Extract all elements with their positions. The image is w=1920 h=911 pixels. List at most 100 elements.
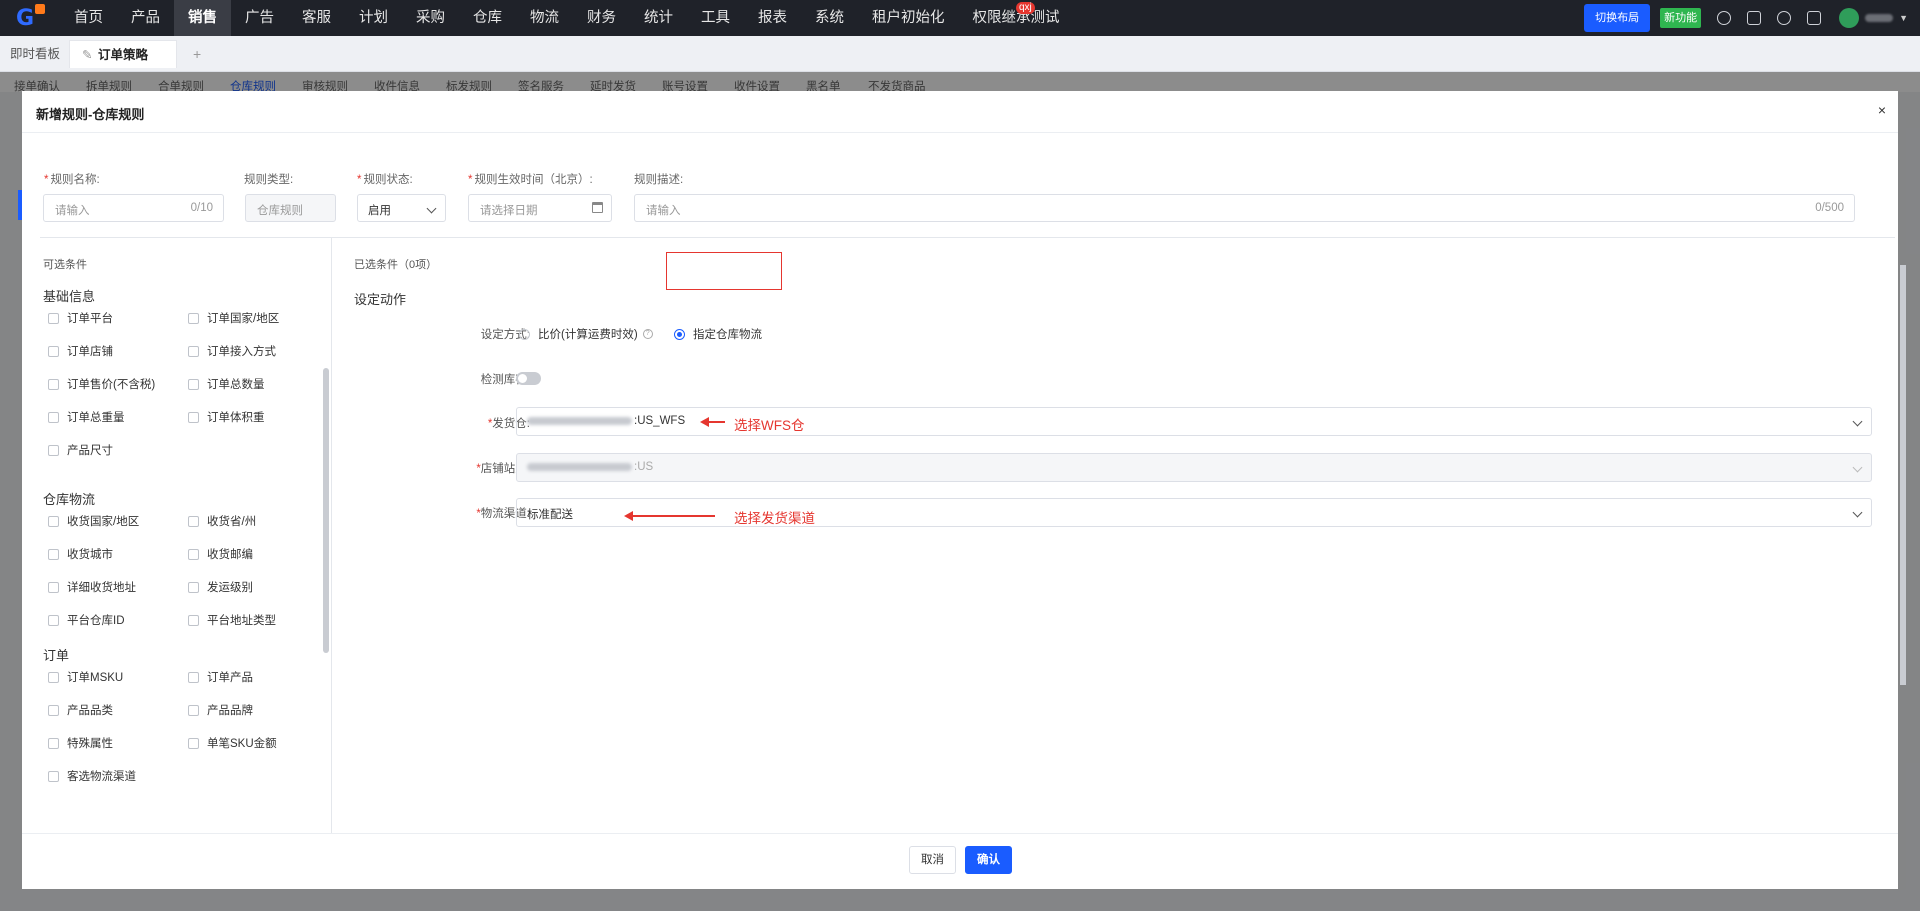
condition-label: 平台仓库ID (67, 615, 125, 627)
condition-checkbox[interactable]: 订单MSKU (48, 669, 123, 685)
checkbox-box[interactable] (48, 515, 59, 527)
checkbox-box[interactable] (48, 378, 59, 390)
condition-checkbox[interactable]: 订单平台 (48, 310, 113, 326)
app-logo[interactable]: G (0, 0, 60, 36)
nav-item[interactable]: 广告 (231, 0, 288, 36)
condition-checkbox[interactable]: 订单国家/地区 (188, 310, 279, 326)
nav-item[interactable]: 工具 (687, 0, 744, 36)
condition-checkbox[interactable]: 平台地址类型 (188, 612, 276, 628)
condition-checkbox[interactable]: 订单总数量 (188, 376, 265, 392)
condition-checkbox[interactable]: 订单产品 (188, 669, 253, 685)
condition-checkbox[interactable]: 订单售价(不含税) (48, 376, 155, 392)
nav-item[interactable]: 系统 (801, 0, 858, 36)
pin-icon[interactable]: ✎ (82, 41, 92, 69)
condition-group-title: 仓库物流 (43, 492, 96, 507)
tab-dashboard[interactable]: 即时看板 (10, 40, 60, 68)
nav-item[interactable]: 仓库 (459, 0, 516, 36)
effective-date-picker[interactable]: 请选择日期 (468, 194, 612, 222)
condition-checkbox[interactable]: 收货城市 (48, 546, 113, 562)
checkbox-box[interactable] (188, 411, 199, 423)
conditions-scrollbar[interactable] (323, 368, 329, 653)
annotation-wfs: 选择WFS仓 (734, 418, 805, 433)
help-icon[interactable]: ? (642, 329, 653, 339)
condition-checkbox[interactable]: 收货国家/地区 (48, 513, 139, 529)
condition-checkbox[interactable]: 收货邮编 (188, 546, 253, 562)
checkbox-box[interactable] (188, 671, 199, 683)
checkbox-box[interactable] (188, 737, 199, 749)
checkbox-box[interactable] (188, 704, 199, 716)
nav-item[interactable]: 首页 (60, 0, 117, 36)
checkbox-box[interactable] (188, 515, 199, 527)
dialog-title: 新增规则-仓库规则 (36, 107, 145, 122)
rule-desc-input[interactable]: 请输入 0/500 (634, 194, 1855, 222)
logistics-channel-label: *物流渠道: (476, 508, 530, 520)
selected-conditions-title: 已选条件（0项） (354, 259, 438, 271)
nav-item[interactable]: 计划 (345, 0, 402, 36)
checkbox-box[interactable] (188, 581, 199, 593)
nav-item[interactable]: 物流 (516, 0, 573, 36)
confirm-button[interactable]: 确认 (965, 846, 1012, 874)
condition-label: 订单产品 (207, 672, 253, 684)
checkbox-box[interactable] (188, 345, 199, 357)
nav-item[interactable]: 客服 (288, 0, 345, 36)
logistics-channel-select[interactable]: 标准配送 (516, 498, 1872, 527)
condition-checkbox[interactable]: 产品尺寸 (48, 442, 113, 458)
switch-layout-button[interactable]: 切换布局 (1584, 4, 1651, 32)
nav-item[interactable]: 报表 (744, 0, 801, 36)
condition-checkbox[interactable]: 订单总重量 (48, 409, 125, 425)
checkbox-box[interactable] (48, 581, 59, 593)
condition-checkbox[interactable]: 平台仓库ID (48, 612, 125, 628)
checkbox-box[interactable] (188, 378, 199, 390)
checkbox-box[interactable] (48, 411, 59, 423)
radio-specify-warehouse[interactable]: 指定仓库物流 (674, 326, 762, 342)
checkbox-box[interactable] (48, 704, 59, 716)
add-tab-button[interactable]: + (193, 40, 201, 68)
condition-checkbox[interactable]: 收货省/州 (188, 513, 256, 529)
checkbox-box[interactable] (188, 614, 199, 626)
checkbox-box[interactable] (188, 312, 199, 324)
checkbox-box[interactable] (48, 444, 59, 456)
checkbox-box[interactable] (48, 312, 59, 324)
bell-icon[interactable] (1777, 11, 1792, 25)
condition-checkbox[interactable]: 详细收货地址 (48, 579, 136, 595)
condition-checkbox[interactable]: 产品品类 (48, 702, 113, 718)
checkbox-box[interactable] (48, 671, 59, 683)
rule-name-input[interactable]: 请输入 0/10 (43, 194, 224, 222)
task-check-icon[interactable] (1747, 11, 1762, 25)
condition-checkbox[interactable]: 单笔SKU金额 (188, 735, 277, 751)
condition-checkbox[interactable]: 产品品牌 (188, 702, 253, 718)
checkbox-box[interactable] (48, 614, 59, 626)
nav-item[interactable]: 采购 (402, 0, 459, 36)
nav-item[interactable]: 财务 (573, 0, 630, 36)
nav-item[interactable]: 统计 (630, 0, 687, 36)
checkbox-box[interactable] (48, 770, 59, 782)
checkbox-box[interactable] (188, 548, 199, 560)
tab-order-strategy[interactable]: ✎ 订单策略 (69, 40, 177, 68)
condition-checkbox[interactable]: 客选物流渠道 (48, 768, 136, 784)
checkbox-box[interactable] (48, 345, 59, 357)
checkbox-box[interactable] (48, 737, 59, 749)
condition-checkbox[interactable]: 订单店铺 (48, 343, 113, 359)
nav-item[interactable]: 产品 (117, 0, 174, 36)
cancel-button[interactable]: 取消 (909, 846, 956, 874)
rule-status-select[interactable]: 启用 (357, 194, 446, 222)
condition-checkbox[interactable]: 发运级别 (188, 579, 253, 595)
checkbox-box[interactable] (48, 548, 59, 560)
radio-compare-price[interactable]: 比价(计算运费时效) ? (519, 326, 653, 342)
close-icon[interactable]: × (1878, 102, 1886, 118)
condition-checkbox[interactable]: 订单体积重 (188, 409, 265, 425)
condition-label: 订单接入方式 (207, 346, 276, 358)
condition-label: 订单总重量 (67, 412, 125, 424)
condition-checkbox[interactable]: 订单接入方式 (188, 343, 276, 359)
highlight-box (666, 252, 782, 290)
new-feature-badge[interactable]: 新功能 (1660, 8, 1702, 28)
check-stock-toggle[interactable] (516, 372, 541, 385)
user-name-blurred (1865, 14, 1894, 22)
user-menu[interactable]: ▼ (1839, 8, 1908, 28)
condition-checkbox[interactable]: 特殊属性 (48, 735, 113, 751)
fullscreen-icon[interactable] (1807, 11, 1822, 25)
nav-item[interactable]: 销售 (174, 0, 231, 36)
nav-item[interactable]: 租户初始化 (858, 0, 959, 36)
condition-label: 单笔SKU金额 (207, 738, 277, 750)
pause-icon[interactable] (1717, 11, 1732, 25)
